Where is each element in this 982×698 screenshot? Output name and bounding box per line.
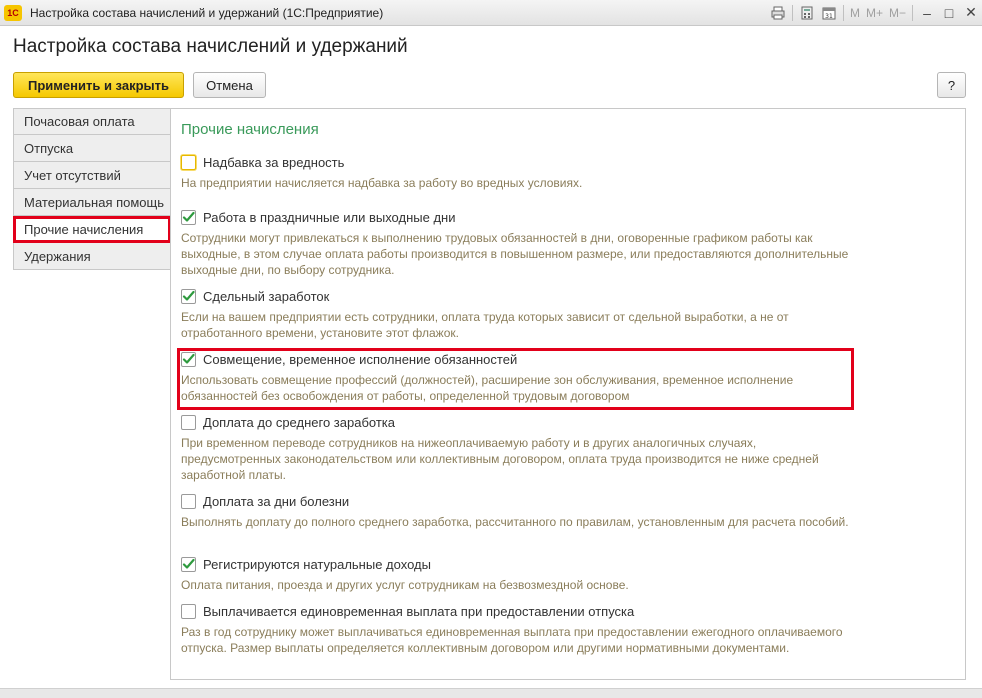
checkbox-checked[interactable] [181,209,196,225]
nav-item-other-accruals[interactable]: Прочие начисления [13,216,171,243]
option-description: Выполнять доплату до полного среднего за… [181,515,849,529]
print-icon[interactable] [767,2,789,24]
nav-item-deductions[interactable]: Удержания [13,243,171,270]
close-icon[interactable]: ✕ [960,2,982,24]
help-button[interactable]: ? [937,72,966,98]
nav-item-label: Отпуска [24,140,74,156]
checkbox[interactable] [181,154,196,170]
memory-button[interactable]: M [847,6,863,20]
nav-item-vacations[interactable]: Отпуска [13,135,171,162]
apply-and-close-button[interactable]: Применить и закрыть [13,72,184,98]
svg-text:31: 31 [825,13,833,20]
nav-item-hourly-pay[interactable]: Почасовая оплата [13,108,171,135]
option-label: Сдельный заработок [203,288,330,304]
option-label: Выплачивается единовременная выплата при… [203,603,635,619]
checkbox-checked[interactable] [181,288,196,304]
toolbar-separator [791,4,793,21]
option-label: Работа в праздничные или выходные дни [203,209,456,225]
option-label: Доплата до среднего заработка [203,414,395,430]
nav-item-label: Учет отсутствий [24,167,121,183]
nav-item-label: Прочие начисления [24,221,144,237]
app-logo-icon: 1С [4,4,22,21]
window-bottom-border [0,688,982,698]
checkbox[interactable] [181,414,196,430]
option-description: Если на вашем предприятии есть сотрудник… [181,310,789,340]
option-description: На предприятии начисляется надбавка за р… [181,176,583,190]
option-label: Надбавка за вредность [203,154,345,170]
option-sick-days-topup: Доплата за дни болезни Выполнять доплату… [181,492,861,530]
option-description: Раз в год сотруднику может выплачиваться… [181,625,843,655]
checkmark-icon [182,290,195,301]
minimize-icon[interactable]: – [916,2,938,24]
window-titlebar: 1С Настройка состава начислений и удержа… [0,0,982,26]
nav-item-label: Почасовая оплата [24,114,135,129]
checkbox[interactable] [181,493,196,509]
checkmark-icon [182,558,195,569]
nav-item-absence-tracking[interactable]: Учет отсутствий [13,162,171,189]
option-label: Доплата за дни болезни [203,493,350,509]
memory-plus-button[interactable]: M+ [863,6,886,20]
section-nav: Почасовая оплата Отпуска Учет отсутствий… [13,108,171,270]
checkbox-checked[interactable] [181,556,196,572]
option-hazard-allowance: Надбавка за вредность На предприятии нач… [181,153,861,191]
toolbar-separator [912,4,913,21]
memory-minus-button[interactable]: M− [886,6,909,20]
calculator-icon[interactable] [796,2,818,24]
option-description: Сотрудники могут привлекаться к выполнен… [181,231,849,277]
nav-item-label: Материальная помощь [24,194,165,210]
nav-item-label: Удержания [24,248,91,264]
nav-item-material-aid[interactable]: Материальная помощь [13,189,171,216]
maximize-icon[interactable]: □ [938,2,960,24]
option-average-earnings-topup: Доплата до среднего заработка При времен… [181,413,861,483]
toolbar-separator [842,4,844,21]
option-holiday-work: Работа в праздничные или выходные дни Со… [181,208,861,278]
option-vacation-lump-sum: Выплачивается единовременная выплата при… [181,602,861,656]
highlight-frame [177,348,854,410]
cancel-button[interactable]: Отмена [193,72,266,98]
option-description: При временном переводе сотрудников на ни… [181,436,819,482]
option-natural-income: Регистрируются натуральные доходы Оплата… [181,555,861,593]
calendar-icon[interactable]: 31 [818,2,840,24]
option-label: Регистрируются натуральные доходы [203,556,431,572]
window-title: Настройка состава начислений и удержаний… [30,5,384,20]
checkbox[interactable] [181,603,196,619]
section-title: Прочие начисления [181,121,319,138]
option-piecework: Сдельный заработок Если на вашем предпри… [181,287,861,341]
checkmark-icon [182,211,195,222]
option-description: Оплата питания, проезда и других услуг с… [181,578,629,592]
page-title: Настройка состава начислений и удержаний [13,36,408,57]
